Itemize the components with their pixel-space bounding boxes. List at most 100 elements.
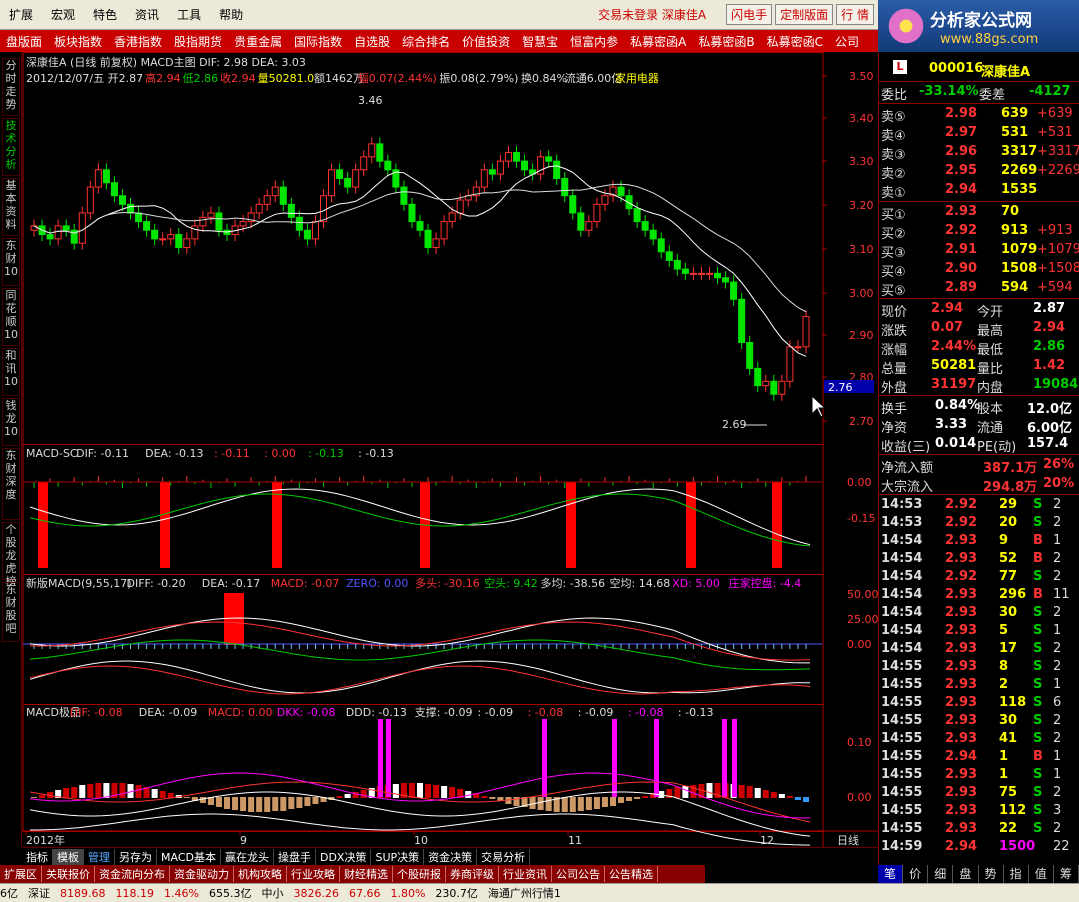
indicator-tab[interactable]: 管理 (84, 848, 115, 865)
nav-item[interactable]: 盘版面 (0, 33, 48, 50)
nav-item[interactable]: 国际指数 (288, 33, 348, 50)
jp-signal-bar (612, 719, 617, 797)
left-tab-9[interactable]: 东财股吧 (2, 582, 20, 642)
tick-volume: 17 (999, 641, 1018, 656)
left-tab-4[interactable]: 同花顺10 (2, 288, 20, 346)
nav-item[interactable]: 私募密函A (624, 33, 692, 50)
stock-code: 000016 (929, 61, 984, 76)
indicator-tab[interactable]: 操盘手 (274, 848, 316, 865)
price-high-label: 3.46 (358, 94, 383, 107)
flash-trade-button[interactable]: 闪电手 (726, 4, 773, 25)
menu-news[interactable]: 资讯 (126, 6, 168, 23)
indicator-tab[interactable]: 模板 (53, 848, 84, 865)
quote-tab-5[interactable]: 指 (1004, 865, 1029, 883)
nav-item[interactable]: 香港指数 (108, 33, 168, 50)
jp-bar (344, 794, 351, 798)
indicator-tab[interactable]: 资金决策 (424, 848, 478, 865)
left-tab-0[interactable]: 分时走势 (2, 58, 20, 116)
extension-tab[interactable]: 公司公告 (552, 866, 605, 882)
nav-item[interactable]: 股指期货 (168, 33, 228, 50)
tick-side: B (1033, 749, 1043, 764)
left-tab-8[interactable]: 个股龙虎榜 (2, 522, 20, 588)
nav-item[interactable]: 贵重金属 (228, 33, 288, 50)
extension-tab[interactable]: 个股研报 (393, 866, 446, 882)
bid-delta: +1079 (1037, 242, 1079, 257)
quote-tab-6[interactable]: 值 (1029, 865, 1054, 883)
nav-item[interactable]: 私募密函B (692, 33, 760, 50)
jp-bar (79, 785, 86, 798)
tick-count: 1 (1053, 623, 1062, 638)
menu-extend[interactable]: 扩展 (0, 6, 42, 23)
quote-tab-0[interactable]: 笔 (878, 865, 904, 883)
bid-volume: 1079 (1001, 242, 1038, 257)
custom-layout-button[interactable]: 定制版面 (775, 4, 834, 25)
candle-body (416, 221, 424, 231)
divider (879, 395, 1079, 396)
extension-tab[interactable]: 行业攻略 (287, 866, 340, 882)
menu-feature[interactable]: 特色 (84, 6, 126, 23)
tick-volume: 77 (999, 569, 1018, 584)
stat-value: 50281 (931, 358, 977, 373)
tick-price: 2.93 (945, 641, 978, 656)
jp-bar (408, 783, 415, 798)
tick-count: 3 (1053, 803, 1062, 818)
site-logo: 分析家公式网 www.88gs.com (878, 0, 1079, 52)
jp-bar (336, 796, 343, 798)
left-tab-3[interactable]: 东财10 (2, 238, 20, 286)
chart-header-item: 幅0.07(2.44%) (358, 72, 437, 85)
bid-delta: +594 (1037, 280, 1073, 295)
status-item: 230.7亿 (435, 887, 478, 900)
extension-tab[interactable]: 财经精选 (340, 866, 393, 882)
nav-item[interactable]: 价值投资 (456, 33, 516, 50)
menu-tools[interactable]: 工具 (168, 6, 210, 23)
quote-tab-2[interactable]: 细 (928, 865, 954, 883)
indicator-tab[interactable]: 指标 (22, 848, 53, 865)
nav-item[interactable]: 私募密函C (761, 33, 829, 50)
menu-help[interactable]: 帮助 (210, 6, 252, 23)
quote-tab-4[interactable]: 势 (979, 865, 1004, 883)
tick-side: S (1033, 605, 1043, 620)
extension-tab[interactable]: 机构攻略 (234, 866, 287, 882)
tick-time: 14:54 (881, 569, 923, 584)
quote-row: 14:54 2.93 30 S 2 (879, 604, 1069, 622)
tick-price: 2.93 (945, 587, 978, 602)
left-tab-5[interactable]: 和讯10 (2, 348, 20, 396)
extension-tab[interactable]: 公告精选 (605, 866, 658, 882)
quote-tab-3[interactable]: 盘 (953, 865, 979, 883)
jp-bar (674, 787, 681, 798)
extension-tab[interactable]: 扩展区 (0, 866, 42, 882)
left-tab-1[interactable]: 技术分析 (2, 118, 20, 176)
left-tab-7[interactable]: 东财深度 (2, 448, 20, 520)
kline-chart-area[interactable]: 深康佳A (日线 前复权) MACD主图 DIF: 2.98 DEA: 3.03… (22, 52, 878, 847)
nav-item[interactable]: 公司 (829, 33, 865, 50)
indicator-tab[interactable]: MACD基本 (157, 848, 221, 865)
period-label[interactable]: 日线 (837, 833, 859, 847)
indicator-tab[interactable]: DDX决策 (316, 848, 372, 865)
quote-row: 14:54 2.93 52 B 2 (879, 550, 1069, 568)
nav-item[interactable]: 自选股 (348, 33, 396, 50)
extension-tab[interactable]: 关联报价 (42, 866, 95, 882)
stat-label: 总量 (881, 362, 908, 377)
extension-tab[interactable]: 资金流向分布 (95, 866, 170, 882)
menu-macro[interactable]: 宏观 (42, 6, 84, 23)
quote-button[interactable]: 行 情 (836, 4, 874, 25)
extension-tab[interactable]: 行业资讯 (499, 866, 552, 882)
left-tab-6[interactable]: 钱龙10 (2, 398, 20, 446)
left-tab-2[interactable]: 基本资料 (2, 178, 20, 236)
indicator-tab[interactable]: 交易分析 (477, 848, 531, 865)
nav-item[interactable]: 智慧宝 (516, 33, 564, 50)
indicator-tab[interactable]: 赢在龙头 (221, 848, 274, 865)
nav-item[interactable]: 板块指数 (48, 33, 108, 50)
nav-item[interactable]: 恒富内参 (564, 33, 624, 50)
chart-header-item: 额1462万 (314, 72, 364, 85)
extension-tab[interactable]: 券商评级 (446, 866, 499, 882)
extension-tab[interactable]: 资金驱动力 (170, 866, 234, 882)
candle-body (151, 229, 159, 240)
jp-bar (31, 797, 38, 798)
quote-row: 14:59 2.94 1500 22 (879, 838, 1070, 856)
quote-tab-7[interactable]: 筹 (1054, 865, 1079, 883)
indicator-tab[interactable]: 另存为 (115, 848, 157, 865)
quote-tab-1[interactable]: 价 (903, 865, 929, 883)
indicator-tab[interactable]: SUP决策 (371, 848, 425, 865)
nav-item[interactable]: 综合排名 (396, 33, 456, 50)
